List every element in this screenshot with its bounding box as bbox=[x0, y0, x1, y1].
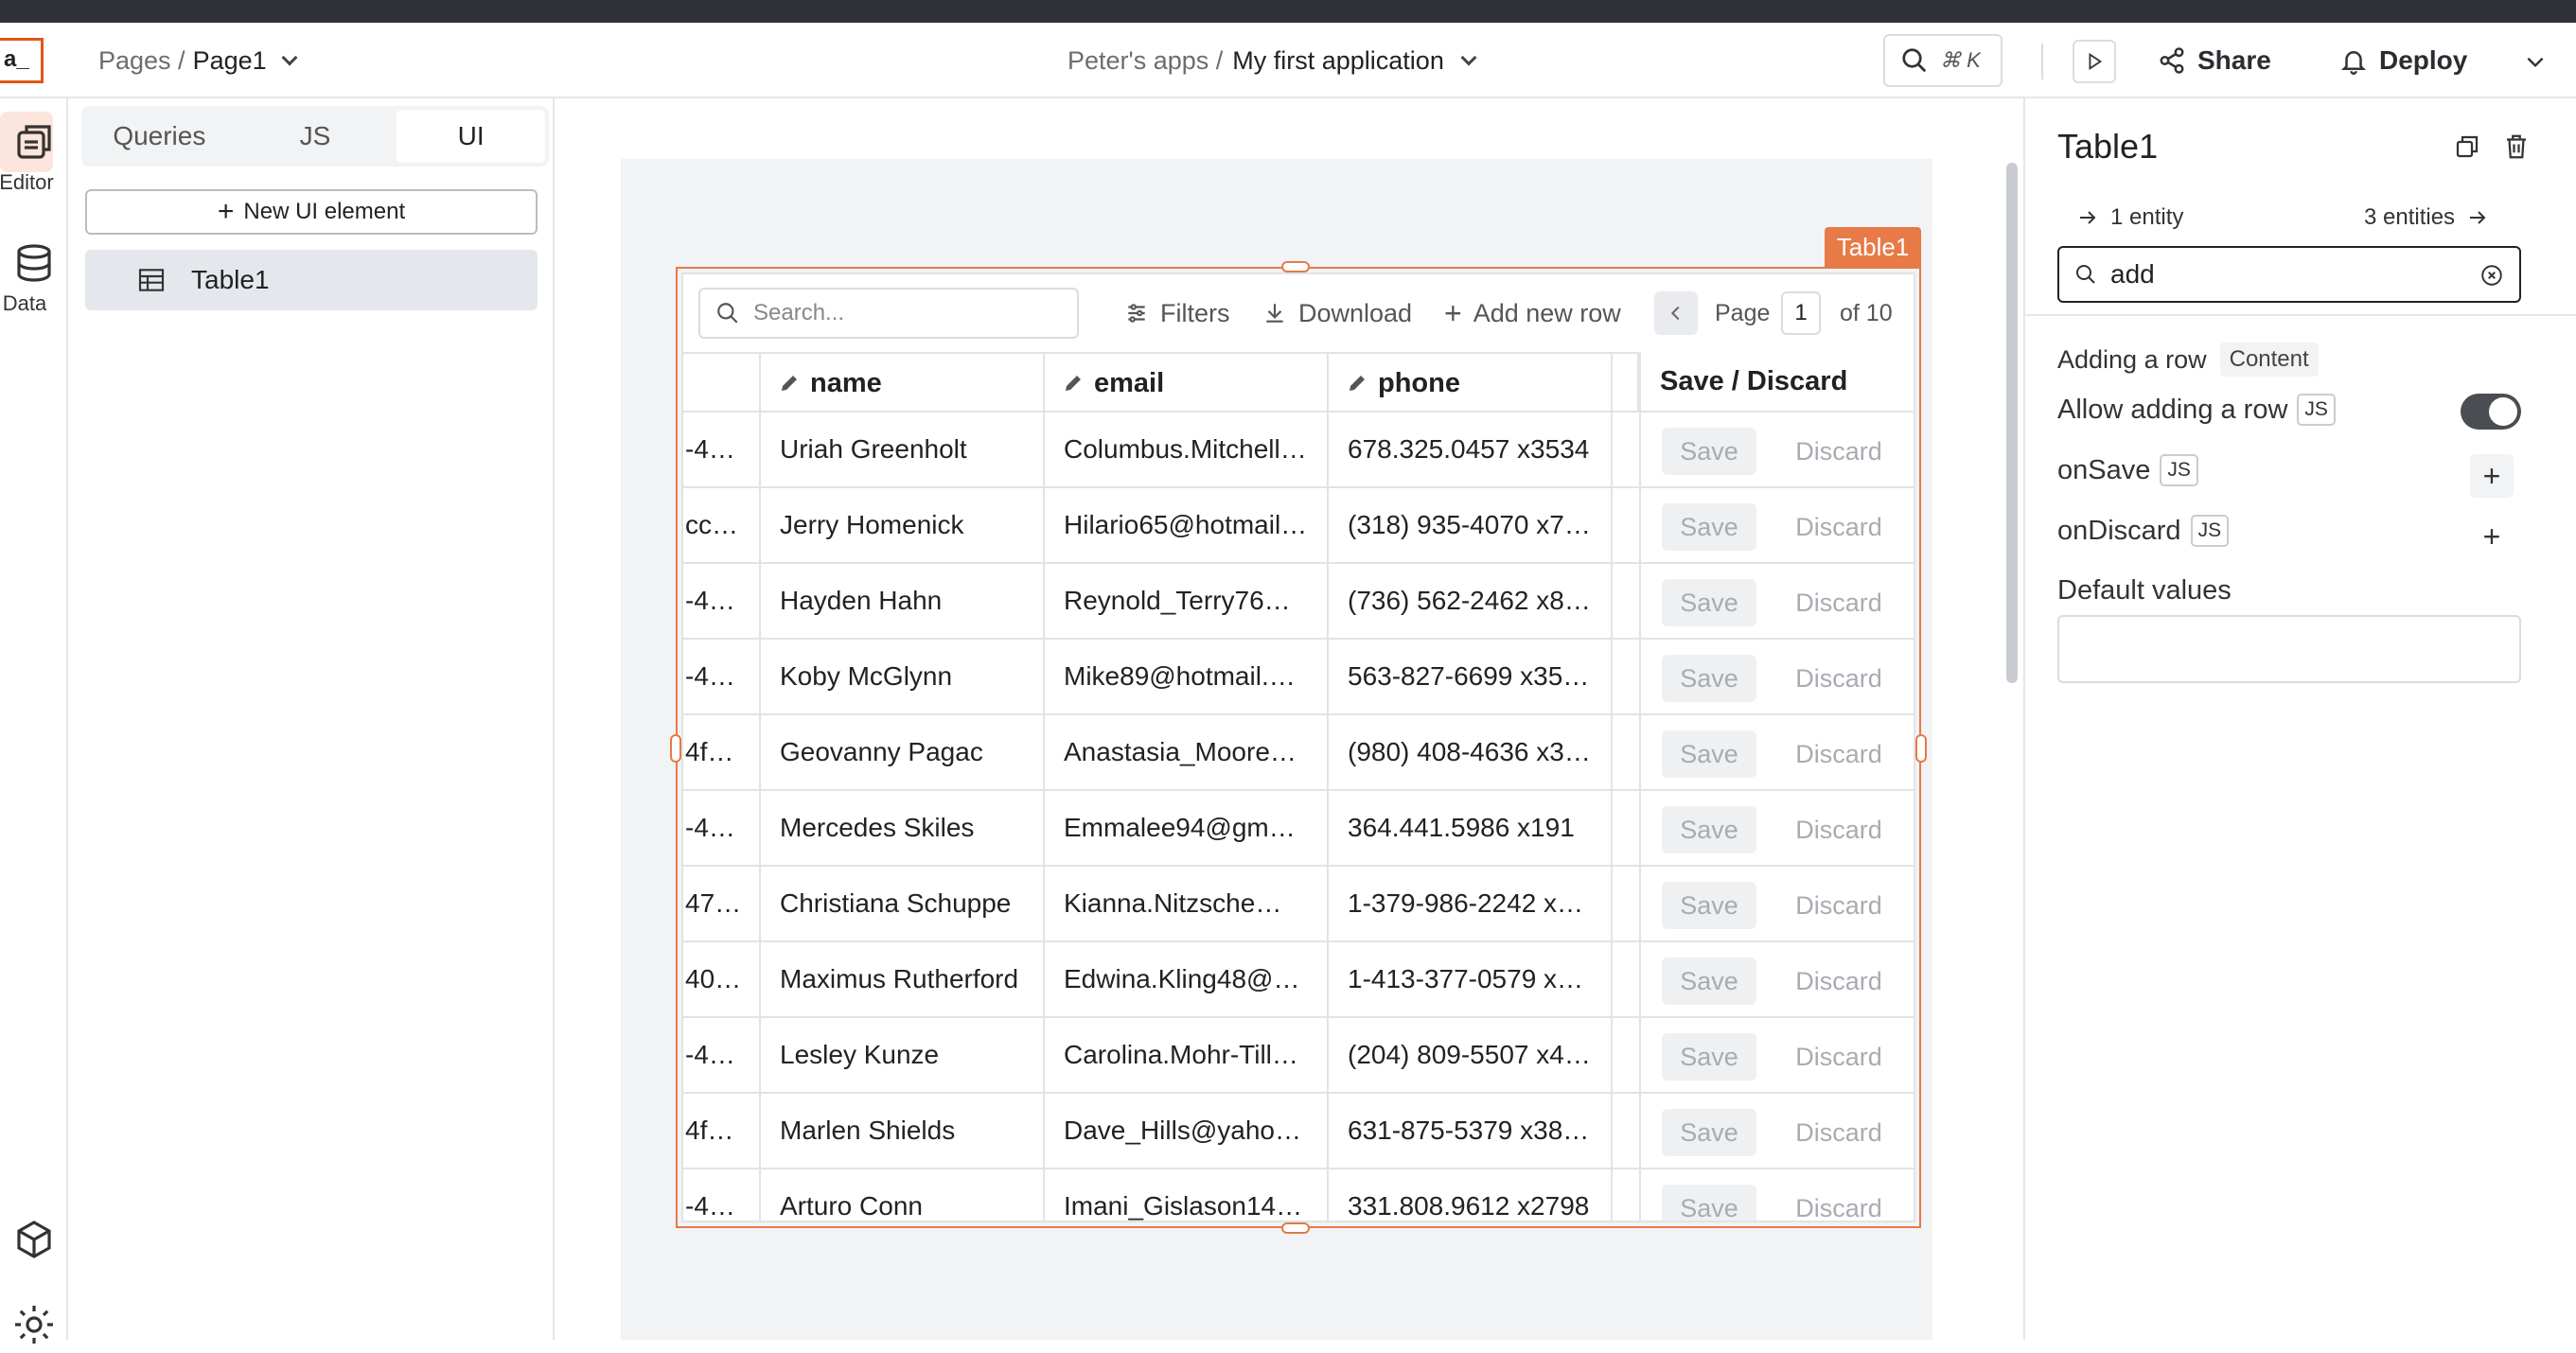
js-toggle-button[interactable]: JS bbox=[2297, 394, 2336, 426]
prev-entity-link[interactable]: 1 entity bbox=[2076, 204, 2183, 231]
rail-item-data[interactable]: Data bbox=[0, 240, 68, 316]
canvas-scrollbar[interactable] bbox=[2006, 163, 2018, 683]
rail-item-settings[interactable] bbox=[0, 1302, 68, 1353]
pages-label[interactable]: Pages / bbox=[98, 46, 185, 76]
property-default-values: Default values bbox=[2057, 575, 2232, 606]
entity-item-table1[interactable]: Table1 bbox=[85, 250, 538, 310]
header-divider bbox=[2041, 44, 2043, 79]
tab-js[interactable]: JS bbox=[241, 110, 390, 163]
preview-button[interactable] bbox=[2073, 40, 2116, 83]
window-top-strip bbox=[0, 0, 2576, 23]
widget-title[interactable]: Table1 bbox=[2057, 127, 2158, 167]
widget-selection-frame bbox=[676, 267, 1921, 1228]
sidebar-rail: Editor Data bbox=[0, 98, 68, 1344]
property-on-discard: onDiscard JS bbox=[2057, 515, 2230, 547]
arrow-right-icon bbox=[2470, 211, 2486, 224]
bell-icon bbox=[2340, 51, 2367, 75]
allow-adding-row-switch[interactable] bbox=[2461, 394, 2521, 430]
share-label: Share bbox=[2197, 45, 2271, 75]
page-breadcrumb: Pages / Page1 bbox=[98, 23, 301, 98]
pane-divider bbox=[2025, 314, 2576, 316]
on-discard-label: onDiscard bbox=[2057, 515, 2181, 546]
property-search-input[interactable]: add bbox=[2057, 246, 2521, 303]
play-icon bbox=[2089, 52, 2103, 71]
resize-handle-left[interactable] bbox=[670, 734, 681, 763]
app-name-selector[interactable]: My first application bbox=[1232, 46, 1444, 76]
app-logo[interactable]: a_ bbox=[0, 38, 44, 83]
js-toggle-button[interactable]: JS bbox=[2190, 515, 2230, 547]
database-icon bbox=[17, 244, 51, 282]
rail-data-label: Data bbox=[2, 291, 47, 315]
resize-handle-bottom[interactable] bbox=[1281, 1222, 1310, 1234]
table-icon bbox=[138, 269, 165, 291]
on-save-label: onSave bbox=[2057, 454, 2151, 485]
rail-item-editor[interactable]: Editor bbox=[0, 119, 68, 195]
section-adding-a-row: Adding a row Content bbox=[2057, 343, 2319, 377]
plus-icon: + bbox=[217, 196, 235, 227]
entity-label: Table1 bbox=[191, 265, 270, 294]
share-button[interactable]: Share bbox=[2158, 23, 2271, 98]
deploy-options-chevron-icon[interactable] bbox=[2523, 49, 2548, 74]
app-breadcrumb: Peter's apps / My first application bbox=[1067, 23, 1480, 98]
new-ui-element-label: New UI element bbox=[243, 199, 406, 224]
search-icon bbox=[1902, 48, 1927, 73]
logo-text: a_ bbox=[4, 46, 29, 72]
add-on-discard-action-button[interactable]: + bbox=[2470, 515, 2514, 558]
section-chip: Content bbox=[2219, 343, 2319, 377]
current-page-selector[interactable]: Page1 bbox=[193, 46, 267, 76]
property-search-value: add bbox=[2110, 259, 2155, 289]
app-header: a_ Pages / Page1 Peter's apps / My first… bbox=[0, 23, 2576, 98]
tab-queries[interactable]: Queries bbox=[85, 110, 234, 163]
property-allow-adding-row: Allow adding a row JS bbox=[2057, 394, 2336, 426]
chevron-down-icon[interactable] bbox=[1460, 49, 1477, 66]
rail-item-packages[interactable] bbox=[0, 1217, 68, 1268]
entity-explorer: Queries JS UI + New UI element Table1 bbox=[68, 98, 555, 1340]
add-on-save-action-button[interactable]: + bbox=[2470, 454, 2514, 498]
package-icon bbox=[17, 1221, 51, 1258]
property-on-save: onSave JS bbox=[2057, 454, 2198, 486]
widget-name-label[interactable]: Table1 bbox=[1825, 227, 1921, 267]
next-entity-link[interactable]: 3 entities bbox=[2364, 204, 2489, 231]
search-icon bbox=[2076, 265, 2095, 284]
arrow-right-icon bbox=[2080, 211, 2096, 224]
resize-handle-top[interactable] bbox=[1281, 261, 1310, 272]
new-ui-element-button[interactable]: + New UI element bbox=[85, 189, 538, 235]
deploy-label: Deploy bbox=[2379, 45, 2468, 75]
chevron-down-icon[interactable] bbox=[281, 49, 298, 66]
next-entity-label: 3 entities bbox=[2364, 204, 2456, 230]
rail-editor-label: Editor bbox=[0, 170, 54, 194]
default-values-input[interactable] bbox=[2057, 615, 2521, 683]
default-values-label: Default values bbox=[2057, 575, 2232, 606]
section-title: Adding a row bbox=[2057, 344, 2207, 374]
prev-entity-label: 1 entity bbox=[2110, 204, 2184, 230]
explorer-tabs: Queries JS UI bbox=[81, 106, 549, 167]
copy-icon[interactable] bbox=[2453, 132, 2481, 161]
deploy-button[interactable]: Deploy bbox=[2339, 23, 2467, 98]
tab-ui[interactable]: UI bbox=[397, 110, 546, 163]
workspace-label[interactable]: Peter's apps / bbox=[1067, 46, 1223, 76]
omnibar-search-button[interactable]: ⌘ K bbox=[1883, 34, 2003, 87]
editor-icon bbox=[17, 125, 51, 159]
js-toggle-button[interactable]: JS bbox=[2160, 454, 2198, 486]
gear-icon bbox=[15, 1306, 53, 1344]
resize-handle-right[interactable] bbox=[1915, 734, 1927, 763]
allow-adding-label: Allow adding a row bbox=[2057, 394, 2288, 425]
search-shortcut: ⌘ K bbox=[1940, 48, 1981, 72]
trash-icon[interactable] bbox=[2502, 132, 2531, 161]
clear-search-icon[interactable] bbox=[2479, 263, 2504, 288]
share-icon bbox=[2160, 47, 2184, 74]
property-pane: Table1 1 entity 3 entities add Adding a … bbox=[2023, 98, 2576, 1340]
